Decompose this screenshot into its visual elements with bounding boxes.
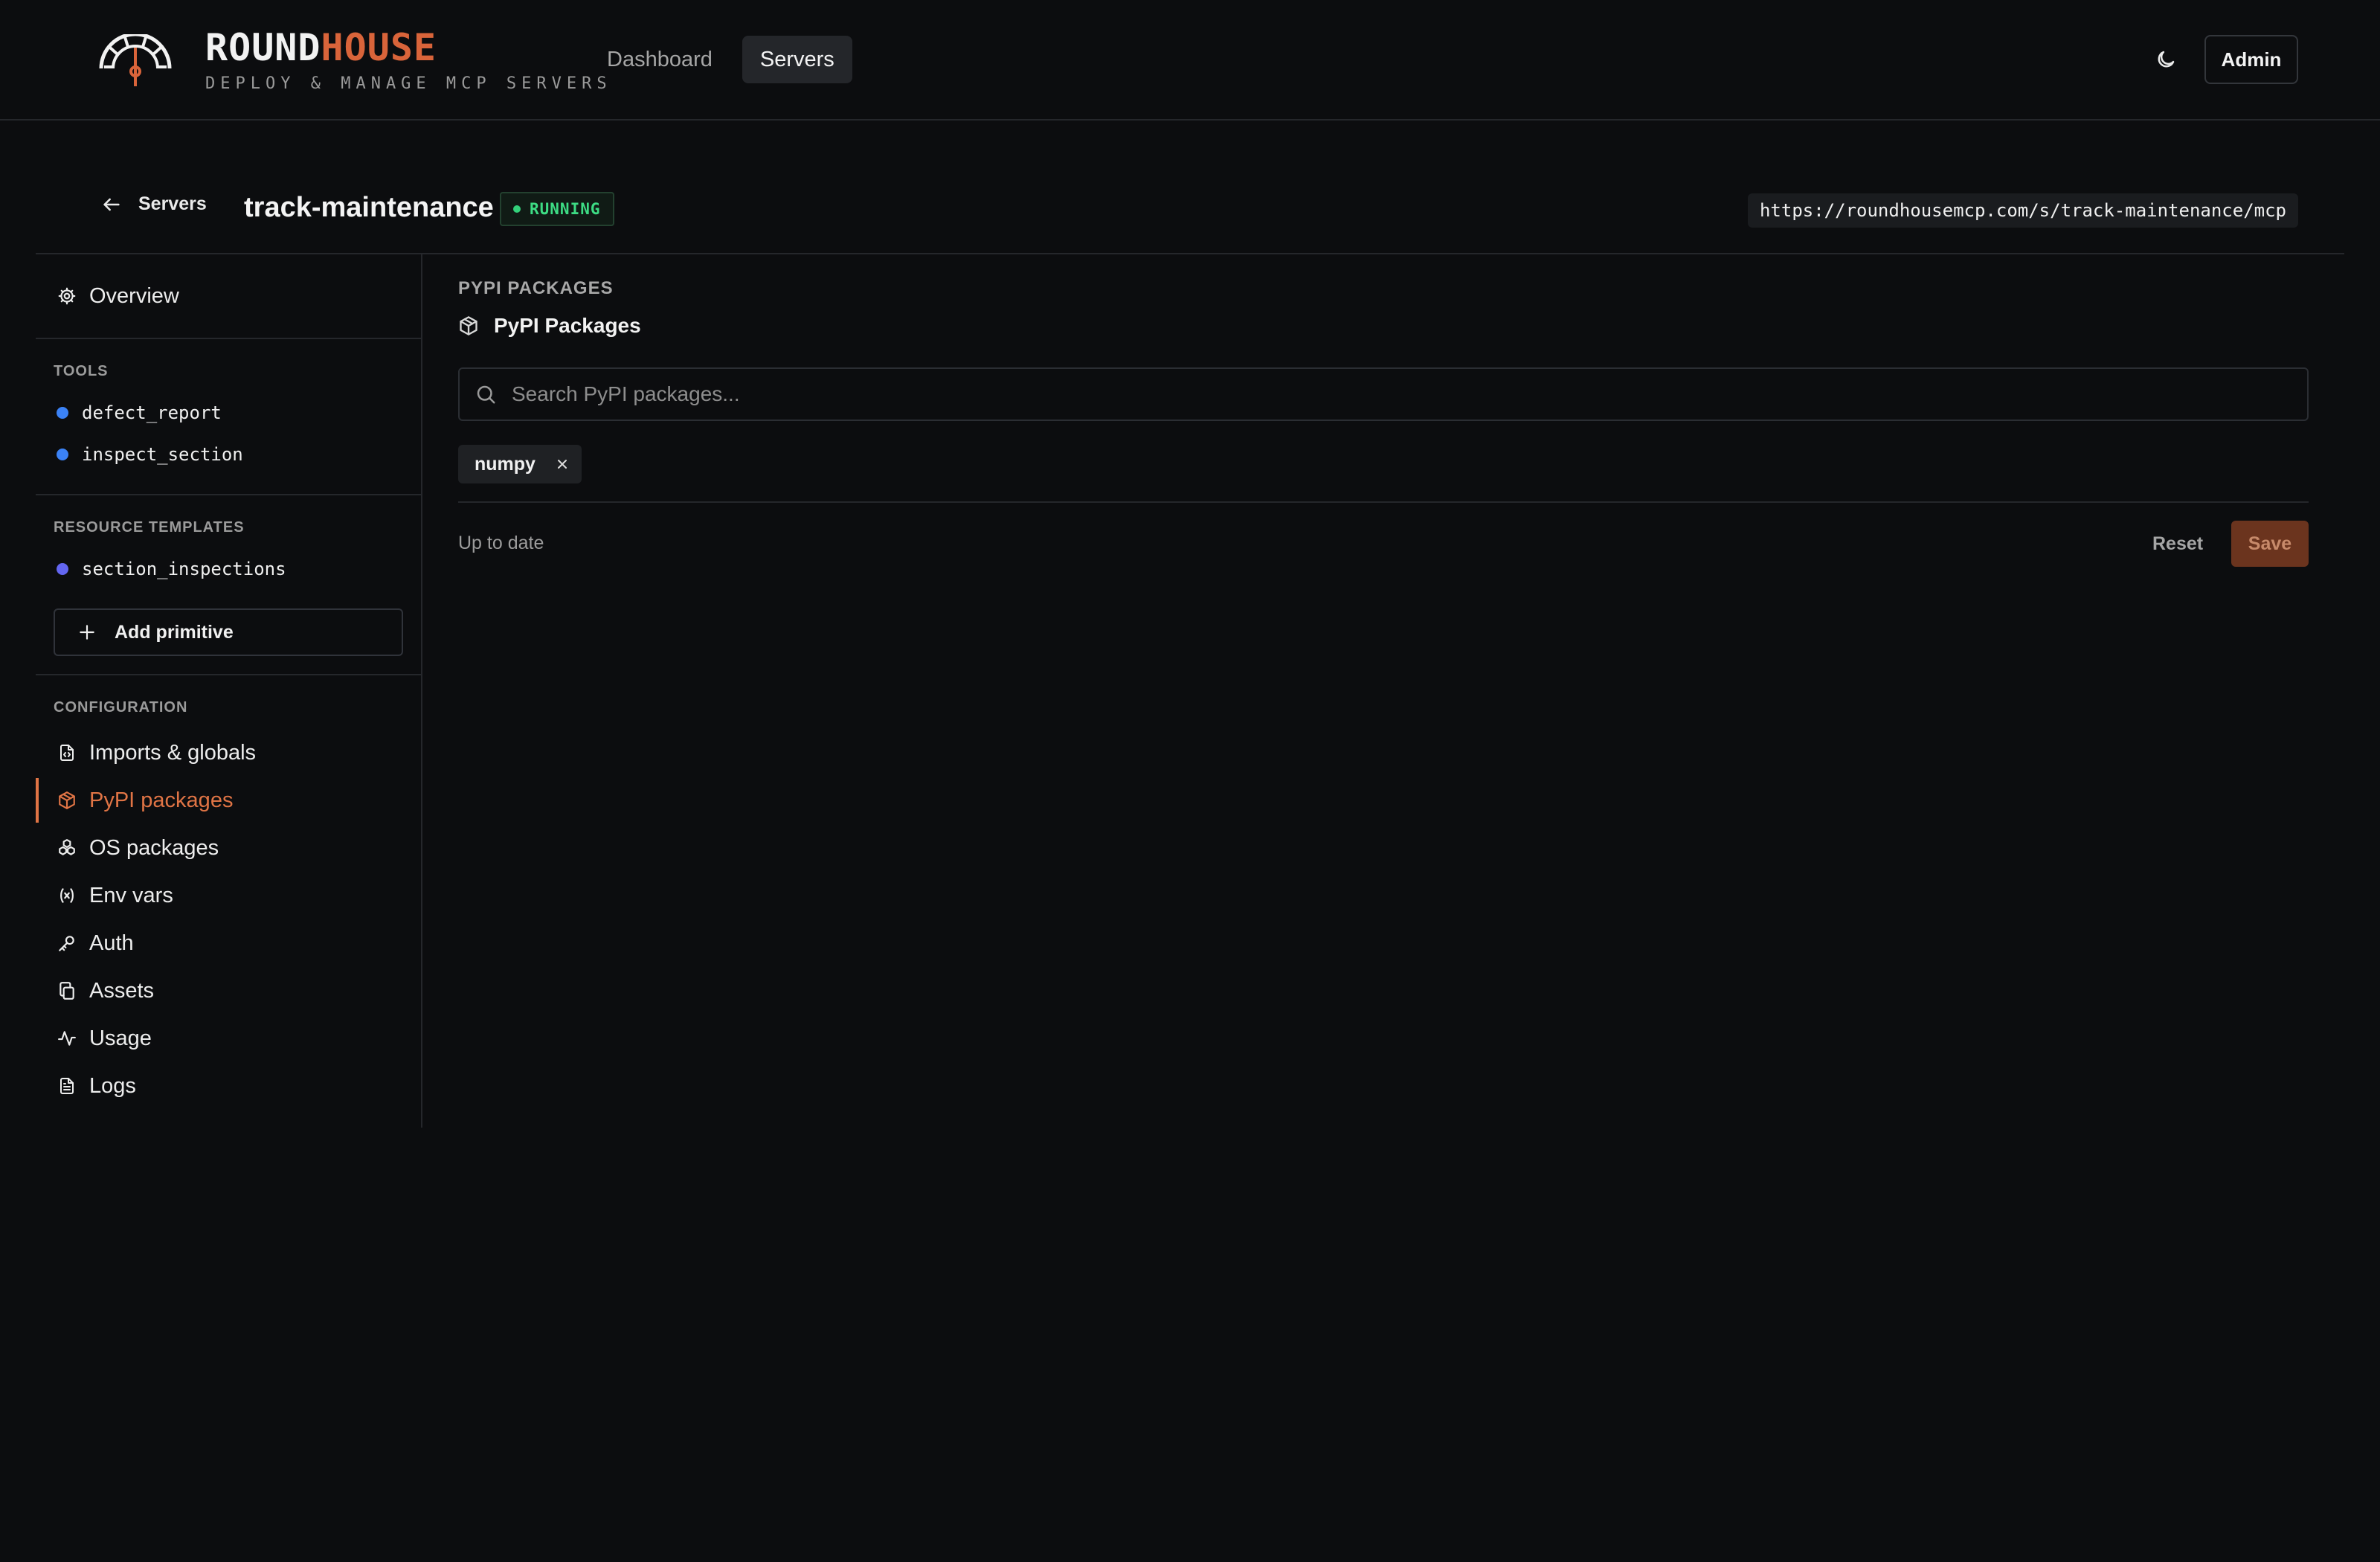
resource-template-name: section_inspections: [82, 559, 286, 579]
divider: [36, 674, 421, 675]
sidebar-item-label: PyPI packages: [89, 788, 234, 812]
activity-icon: [57, 1028, 77, 1049]
status-badge: RUNNING: [500, 192, 614, 226]
sidebar-item-imports-globals[interactable]: Imports & globals: [36, 732, 421, 774]
tool-item-inspect-section[interactable]: inspect_section: [57, 436, 243, 473]
file-text-icon: [57, 1076, 77, 1096]
package-search-box[interactable]: [458, 367, 2309, 421]
divider: [458, 501, 2309, 503]
server-url[interactable]: https://roundhousemcp.com/s/track-mainte…: [1747, 193, 2298, 228]
section-title-text: PyPI Packages: [494, 314, 641, 337]
configuration-heading: CONFIGURATION: [54, 699, 188, 716]
package-chip: numpy: [458, 445, 582, 483]
section-title: PyPI Packages: [458, 314, 641, 338]
status-dot-icon: [513, 205, 521, 213]
package-search-input[interactable]: [512, 382, 2222, 406]
section-eyebrow: PYPI PACKAGES: [458, 278, 614, 298]
sync-status-text: Up to date: [458, 533, 544, 553]
sidebar-item-auth[interactable]: Auth: [36, 922, 421, 964]
add-primitive-button[interactable]: Add primitive: [54, 608, 403, 656]
tools-heading: TOOLS: [54, 363, 109, 379]
back-to-servers-link[interactable]: Servers: [101, 193, 207, 215]
tool-item-defect-report[interactable]: defect_report: [57, 394, 222, 431]
remove-package-icon[interactable]: [555, 457, 570, 472]
status-text: RUNNING: [530, 200, 601, 218]
sidebar-item-label: Usage: [89, 1026, 152, 1050]
sidebar-item-label: Imports & globals: [89, 740, 257, 765]
sidebar-item-label: Assets: [89, 978, 155, 1003]
resource-template-item[interactable]: section_inspections: [57, 550, 286, 588]
search-icon: [475, 383, 497, 405]
gear-icon: [57, 286, 77, 306]
brand-word-b: HOUSE: [321, 26, 437, 69]
divider: [36, 494, 421, 495]
sidebar-item-os-packages[interactable]: OS packages: [36, 827, 421, 869]
brand: ROUNDHOUSE DEPLOY & MANAGE MCP SERVERS: [205, 27, 612, 93]
boxes-icon: [57, 838, 77, 858]
sidebar-item-logs[interactable]: Logs: [36, 1065, 421, 1107]
server-header: Servers track-maintenance RUNNING https:…: [36, 184, 2344, 254]
resource-dot-icon: [57, 563, 68, 575]
add-primitive-label: Add primitive: [115, 621, 234, 643]
sidebar-item-label: Logs: [89, 1073, 136, 1098]
brand-tagline: DEPLOY & MANAGE MCP SERVERS: [205, 74, 612, 93]
roundhouse-logo-icon[interactable]: [97, 34, 174, 89]
main-nav: Dashboard Servers: [589, 36, 852, 83]
reset-button[interactable]: Reset: [2141, 521, 2215, 567]
nav-dashboard[interactable]: Dashboard: [589, 36, 730, 83]
package-icon: [460, 316, 477, 335]
divider: [36, 338, 421, 339]
key-icon: [57, 933, 77, 954]
brand-wordmark: ROUNDHOUSE: [205, 27, 612, 68]
sidebar-item-label: OS packages: [89, 835, 219, 860]
plus-icon: [76, 623, 98, 642]
sidebar: Overview TOOLS defect_report inspect_sec…: [36, 254, 422, 1128]
theme-toggle-button[interactable]: [2142, 39, 2190, 80]
brand-word-a: ROUND: [205, 26, 321, 69]
sidebar-item-usage[interactable]: Usage: [36, 1018, 421, 1059]
file-code-icon: [57, 742, 77, 763]
admin-button[interactable]: Admin: [2204, 35, 2298, 84]
sidebar-item-pypi-packages[interactable]: PyPI packages: [36, 780, 421, 821]
copy-icon: [57, 980, 77, 1001]
sidebar-item-overview[interactable]: Overview: [36, 275, 421, 317]
package-chip-label: numpy: [475, 453, 536, 475]
arrow-left-icon: [103, 198, 120, 210]
moon-icon: [2158, 51, 2175, 68]
tool-dot-icon: [57, 449, 68, 460]
resource-templates-heading: RESOURCE TEMPLATES: [54, 519, 245, 536]
save-button[interactable]: Save: [2231, 521, 2309, 567]
tool-dot-icon: [57, 407, 68, 419]
back-label: Servers: [138, 193, 207, 214]
top-bar: ROUNDHOUSE DEPLOY & MANAGE MCP SERVERS D…: [0, 0, 2380, 120]
sidebar-item-label: Auth: [89, 931, 134, 955]
server-name: track-maintenance: [244, 192, 494, 223]
package-icon: [57, 790, 77, 811]
sidebar-item-label: Overview: [89, 283, 179, 308]
tool-name: defect_report: [82, 402, 222, 423]
sidebar-item-label: Env vars: [89, 883, 173, 907]
sidebar-item-env-vars[interactable]: Env vars: [36, 875, 421, 916]
sidebar-item-assets[interactable]: Assets: [36, 970, 421, 1012]
tool-name: inspect_section: [82, 444, 243, 465]
nav-servers[interactable]: Servers: [742, 36, 852, 83]
variable-icon: [57, 885, 77, 906]
